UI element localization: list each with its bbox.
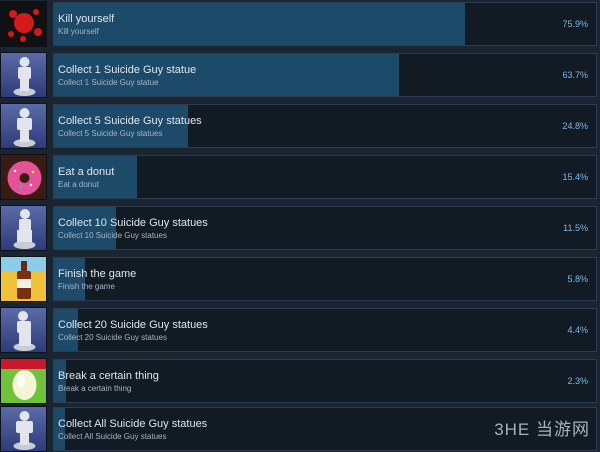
achievement-percent: 11.5% xyxy=(563,223,588,233)
achievement-row: Kill yourself Kill yourself 75.9% xyxy=(0,1,600,47)
achievement-title: Collect 1 Suicide Guy statue xyxy=(58,64,197,76)
statue-icon xyxy=(0,52,47,98)
achievement-description: Collect All Suicide Guy statues xyxy=(58,432,167,441)
achievement-card: Kill yourself Kill yourself 75.9% xyxy=(53,2,597,46)
achievement-card: Collect 20 Suicide Guy statues Collect 2… xyxy=(53,308,597,352)
achievement-percent: 24.8% xyxy=(562,121,588,131)
achievement-title: Finish the game xyxy=(58,268,137,280)
achievement-description: Collect 10 Suicide Guy statues xyxy=(58,231,167,240)
achievement-description: Collect 5 Suicide Guy statues xyxy=(58,129,163,138)
blood-splatter-icon xyxy=(0,1,47,47)
achievement-percent: 4.4% xyxy=(567,325,588,335)
achievement-title: Break a certain thing xyxy=(58,370,159,382)
achievement-title: Collect 10 Suicide Guy statues xyxy=(58,217,208,229)
achievement-row: Break a certain thing Break a certain th… xyxy=(0,358,600,404)
achievement-title: Eat a donut xyxy=(58,166,115,178)
statue-icon xyxy=(0,307,47,353)
statue-icon xyxy=(0,406,47,452)
achievement-card: Finish the game Finish the game 5.8% xyxy=(53,257,597,301)
achievement-title: Collect All Suicide Guy statues xyxy=(58,418,208,430)
achievement-percent: 75.9% xyxy=(562,19,588,29)
achievement-title: Collect 5 Suicide Guy statues xyxy=(58,115,202,127)
achievement-description: Collect 20 Suicide Guy statues xyxy=(58,333,167,342)
achievement-description: Kill yourself xyxy=(58,27,99,36)
achievement-card: Collect 1 Suicide Guy statue Collect 1 S… xyxy=(53,53,597,97)
achievement-row: Collect 20 Suicide Guy statues Collect 2… xyxy=(0,307,600,353)
achievement-card: Collect 5 Suicide Guy statues Collect 5 … xyxy=(53,104,597,148)
achievement-title: Collect 20 Suicide Guy statues xyxy=(58,319,208,331)
bottle-icon xyxy=(0,256,47,302)
achievement-description: Eat a donut xyxy=(58,180,99,189)
achievement-row: Collect 1 Suicide Guy statue Collect 1 S… xyxy=(0,52,600,98)
achievement-description: Collect 1 Suicide Guy statue xyxy=(58,78,159,87)
achievement-percent: 63.7% xyxy=(562,70,588,80)
achievement-title: Kill yourself xyxy=(58,13,115,25)
progress-fill xyxy=(54,3,466,45)
achievement-row: Finish the game Finish the game 5.8% xyxy=(0,256,600,302)
achievement-card: Eat a donut Eat a donut 15.4% xyxy=(53,155,597,199)
achievement-percent: 15.4% xyxy=(562,172,588,182)
achievement-percent: 2.3% xyxy=(567,376,588,386)
watermark-logo: 3HE 当游网 xyxy=(494,420,590,439)
achievement-row: Collect 10 Suicide Guy statues Collect 1… xyxy=(0,205,600,251)
achievement-description: Break a certain thing xyxy=(58,384,132,393)
statue-icon xyxy=(0,205,47,251)
donut-icon xyxy=(0,154,47,200)
achievement-row: Eat a donut Eat a donut 15.4% xyxy=(0,154,600,200)
achievement-description: Finish the game xyxy=(58,282,115,291)
achievement-card: Break a certain thing Break a certain th… xyxy=(53,359,597,403)
achievement-percent: 5.8% xyxy=(567,274,588,284)
egg-icon xyxy=(0,358,47,404)
statue-icon xyxy=(0,103,47,149)
achievement-list: Kill yourself Kill yourself 75.9% Collec… xyxy=(0,0,600,452)
achievement-card: Collect 10 Suicide Guy statues Collect 1… xyxy=(53,206,597,250)
achievement-row: Collect 5 Suicide Guy statues Collect 5 … xyxy=(0,103,600,149)
